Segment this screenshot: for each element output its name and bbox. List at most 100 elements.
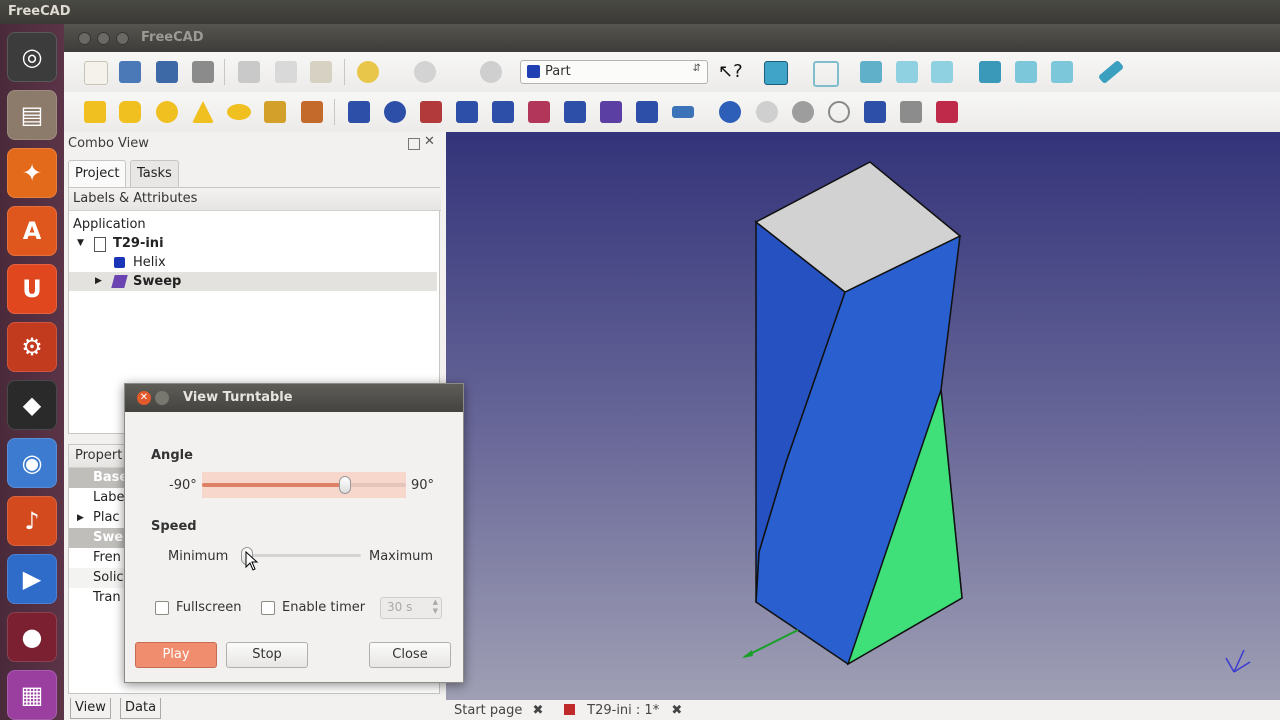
tree-item-application[interactable]: Application [69,215,441,234]
front-view-icon[interactable] [860,61,882,83]
chamfer-icon[interactable] [492,101,514,123]
speed-slider[interactable] [241,546,361,566]
rear-view-icon[interactable] [979,61,1001,83]
bottom-view-icon[interactable] [1015,61,1037,83]
view-fit-all-icon[interactable] [764,61,788,85]
fillet-icon[interactable] [456,101,478,123]
fullscreen-checkbox[interactable] [155,601,169,615]
chromium-icon[interactable]: ◉ [7,438,57,488]
sweep-icon[interactable] [600,101,622,123]
whats-this-icon[interactable]: ↖? [718,61,743,83]
close-panel-icon[interactable]: ✕ [424,134,435,149]
freecad-icon[interactable]: ◆ [7,380,57,430]
tree-item-document[interactable]: ▼ T29-ini [69,234,437,253]
refresh-icon[interactable] [480,61,502,83]
cross-sections-icon[interactable] [672,106,694,118]
tab-start-page[interactable]: Start page ✖ [454,702,543,720]
3d-view[interactable] [446,132,1280,700]
spin-arrows-icon[interactable]: ▲ ▼ [433,598,438,616]
tab-document[interactable]: T29-ini : 1* ✖ [564,702,682,720]
speed-heading: Speed [151,519,197,534]
revolve-icon[interactable] [384,101,406,123]
cut-boolean-icon[interactable] [756,101,778,123]
undo-icon[interactable] [357,61,379,83]
shape-builder-icon[interactable] [301,101,323,123]
angle-slider-handle[interactable] [338,476,351,494]
redo-icon[interactable] [414,61,436,83]
tab-project[interactable]: Project [68,160,127,187]
extrude-icon[interactable] [348,101,370,123]
tree-item-helix[interactable]: Helix [69,253,437,272]
stop-button[interactable]: Stop [226,642,308,668]
tab-label: Start page [454,703,523,718]
window-titlebar: FreeCAD [64,24,1280,52]
tree-item-label: T29-ini [113,236,164,251]
mirror-icon[interactable] [420,101,442,123]
common-icon[interactable] [828,101,850,123]
close-tab-icon[interactable]: ✖ [533,703,544,718]
isometric-view-icon[interactable] [813,61,839,87]
media-player-icon[interactable]: ▶ [7,554,57,604]
paste-icon[interactable] [310,61,332,83]
app-icon[interactable]: ● [7,612,57,662]
combo-view-title: Combo View [68,136,149,151]
enable-timer-checkbox[interactable] [261,601,275,615]
print-icon[interactable] [192,61,214,83]
close-tab-icon[interactable]: ✖ [671,703,682,718]
close-window-icon[interactable] [78,32,91,45]
audio-app-icon[interactable]: ♪ [7,496,57,546]
tab-view[interactable]: View [70,698,111,719]
dash-icon[interactable]: ◎ [7,32,57,82]
explode-icon[interactable] [936,101,958,123]
check-geometry-icon[interactable] [864,101,886,123]
play-button[interactable]: Play [135,642,217,668]
tree-item-sweep[interactable]: ▶ Sweep [69,272,437,291]
new-document-icon[interactable] [84,61,108,85]
tab-tasks[interactable]: Tasks [130,160,179,187]
tab-data[interactable]: Data [120,698,162,719]
float-panel-icon[interactable] [408,138,420,150]
top-panel: FreeCAD [0,0,1280,24]
angle-slider[interactable] [202,472,406,498]
box-icon[interactable] [84,101,106,123]
software-center-icon[interactable]: A [7,206,57,256]
close-button[interactable]: Close [369,642,451,668]
minimize-window-icon[interactable] [97,32,110,45]
ubuntu-one-icon[interactable]: U [7,264,57,314]
settings-icon[interactable]: ⚙ [7,322,57,372]
files-icon[interactable]: ▤ [7,90,57,140]
left-view-icon[interactable] [1051,61,1073,83]
save-icon[interactable] [156,61,178,83]
collapse-arrow-icon[interactable]: ▶ [95,272,102,291]
close-dialog-icon[interactable]: ✕ [137,391,151,405]
workbench-selector[interactable]: Part ⇵ [520,60,708,84]
expand-arrow-icon[interactable]: ▶ [77,508,84,528]
sweep-icon [111,275,128,288]
minimize-dialog-icon[interactable] [155,391,169,405]
open-icon[interactable] [119,61,141,83]
property-placement-label: Plac [93,510,120,525]
section-icon[interactable] [636,101,658,123]
cut-icon[interactable] [238,61,260,83]
fusion-icon[interactable] [792,101,814,123]
sphere-icon[interactable] [156,101,178,123]
workspace-icon[interactable]: ▦ [7,670,57,720]
angle-min-label: -90° [169,478,197,493]
tree-item-label: Application [73,217,146,232]
top-view-icon[interactable] [896,61,918,83]
firefox-icon[interactable]: ✦ [7,148,57,198]
cone-icon[interactable] [192,101,214,123]
compound-icon[interactable] [900,101,922,123]
right-view-icon[interactable] [931,61,953,83]
maximize-window-icon[interactable] [116,32,129,45]
cylinder-icon[interactable] [119,101,141,123]
boolean-icon[interactable] [719,101,741,123]
torus-icon[interactable] [227,104,251,120]
primitives-icon[interactable] [264,101,286,123]
measure-distance-icon[interactable] [1097,59,1125,85]
copy-icon[interactable] [275,61,297,83]
timer-spinbox[interactable]: 30 s ▲ ▼ [380,597,442,619]
loft-icon[interactable] [564,101,586,123]
expand-arrow-icon[interactable]: ▼ [77,234,84,253]
ruled-surface-icon[interactable] [528,101,550,123]
